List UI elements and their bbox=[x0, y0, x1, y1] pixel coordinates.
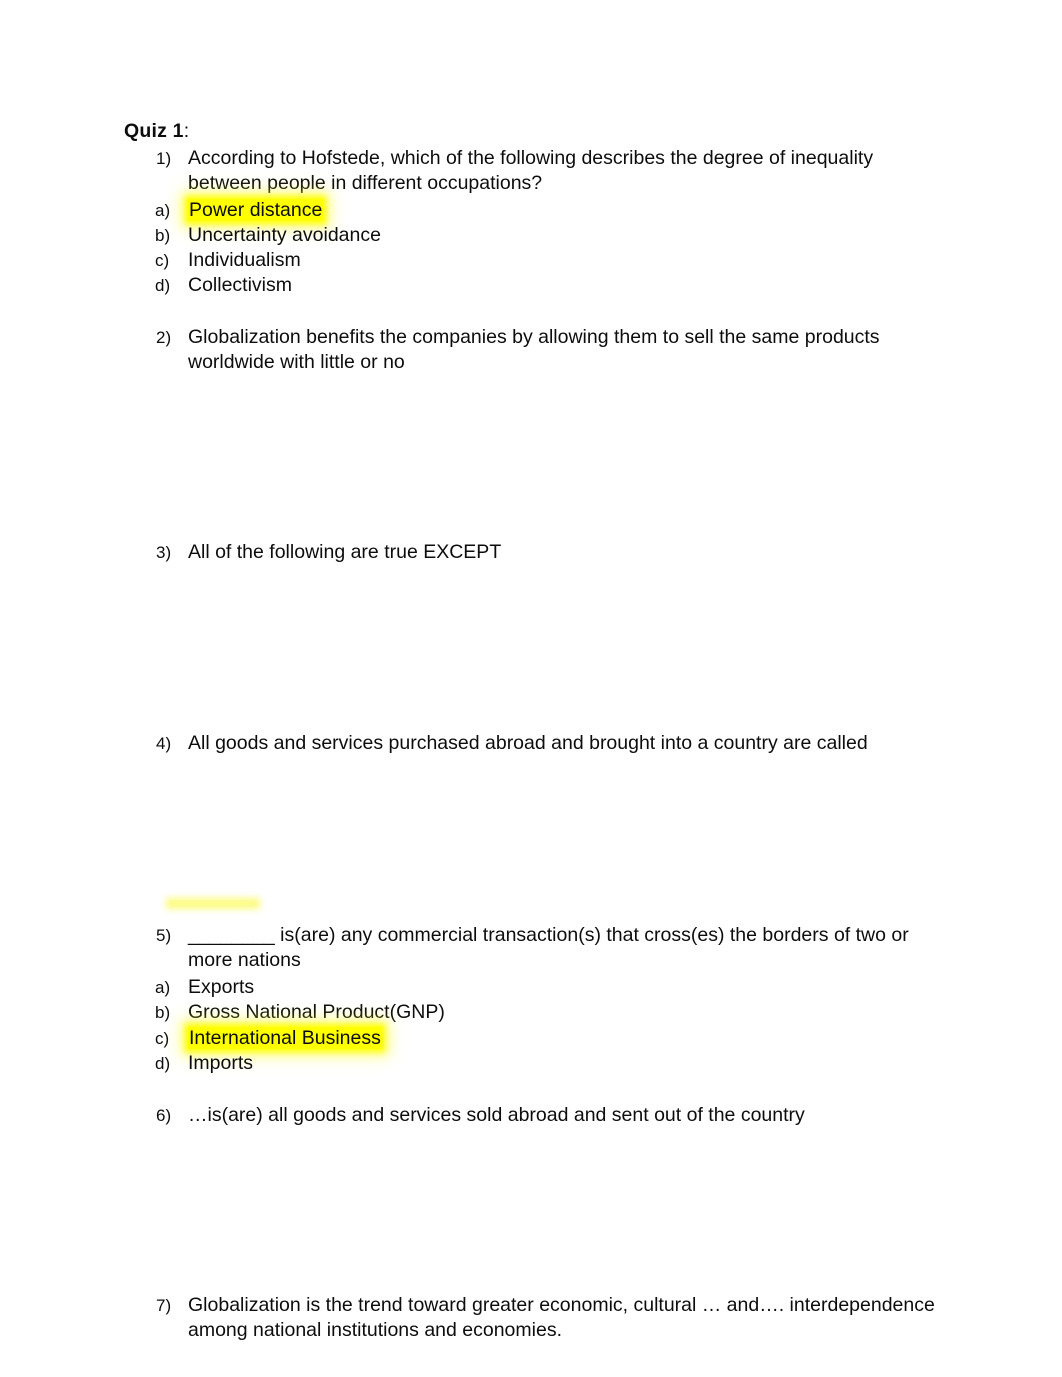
question-5-blank: ________ bbox=[188, 924, 275, 946]
document-page: Quiz 1: 1) According to Hofstede, which … bbox=[0, 0, 1062, 1377]
leftover-highlight-stripe bbox=[166, 898, 260, 909]
page-title-bold: Quiz 1 bbox=[124, 120, 184, 142]
question-7-line1: Globalization is the trend toward greate… bbox=[188, 1294, 935, 1316]
question-1-option-c-text: Individualism bbox=[188, 249, 301, 271]
question-5-marker: 5) bbox=[156, 926, 172, 945]
question-2-text: Globalization benefits the companies by … bbox=[188, 325, 946, 375]
question-6-text: …is(are) all goods and services sold abr… bbox=[188, 1104, 805, 1126]
question-1-option-b-text: Uncertainty avoidance bbox=[188, 224, 381, 246]
question-4-marker: 4) bbox=[156, 734, 172, 753]
question-5-option-c[interactable]: c) International Business bbox=[155, 1026, 945, 1051]
question-1-option-a-marker: a) bbox=[155, 201, 171, 220]
question-1-line1: According to Hofstede, which of the foll… bbox=[188, 147, 874, 169]
question-6-marker: 6) bbox=[156, 1106, 172, 1125]
question-7-line2: among national institutions and economie… bbox=[188, 1319, 562, 1341]
question-3: 3) All of the following are true EXCEPT bbox=[156, 540, 946, 565]
question-1-text: According to Hofstede, which of the foll… bbox=[188, 146, 946, 196]
question-5-option-c-body: International Business bbox=[188, 1026, 945, 1051]
question-1-option-b[interactable]: b) Uncertainty avoidance bbox=[155, 223, 945, 248]
question-1-option-a-body: Power distance bbox=[188, 198, 945, 223]
question-2: 2) Globalization benefits the companies … bbox=[156, 325, 946, 375]
question-2-line2: worldwide with little or no bbox=[188, 351, 405, 373]
question-5-option-d[interactable]: d) Imports bbox=[155, 1051, 945, 1076]
question-3-text: All of the following are true EXCEPT bbox=[188, 541, 502, 563]
question-7-text: Globalization is the trend toward greate… bbox=[188, 1293, 946, 1343]
highlight-international-business: International Business bbox=[188, 1027, 382, 1049]
question-5-option-d-marker: d) bbox=[155, 1054, 171, 1073]
highlight-power-distance: Power distance bbox=[188, 199, 324, 221]
question-5-option-a[interactable]: a) Exports bbox=[155, 975, 945, 1000]
question-5-text: ________ is(are) any commercial transact… bbox=[188, 923, 946, 973]
question-1-option-a[interactable]: a) Power distance bbox=[155, 198, 945, 223]
question-4-text: All goods and services purchased abroad … bbox=[188, 732, 868, 754]
question-1-option-c[interactable]: c) Individualism bbox=[155, 248, 945, 273]
document-body: Quiz 1: 1) According to Hofstede, which … bbox=[0, 0, 1062, 1377]
question-6: 6) …is(are) all goods and services sold … bbox=[156, 1103, 946, 1128]
question-5-option-b[interactable]: b) Gross National Product(GNP) bbox=[155, 1000, 945, 1025]
question-5: 5) ________ is(are) any commercial trans… bbox=[156, 923, 946, 973]
question-4: 4) All goods and services purchased abro… bbox=[156, 731, 946, 756]
question-5-option-d-text: Imports bbox=[188, 1052, 254, 1074]
question-1-line2: between people in different occupations? bbox=[188, 172, 543, 194]
question-1-option-d-marker: d) bbox=[155, 276, 171, 295]
question-1-option-c-marker: c) bbox=[155, 251, 170, 270]
question-2-line1: Globalization benefits the companies by … bbox=[188, 326, 880, 348]
question-5-option-a-marker: a) bbox=[155, 978, 171, 997]
question-7-marker: 7) bbox=[156, 1296, 172, 1315]
question-7: 7) Globalization is the trend toward gre… bbox=[156, 1293, 946, 1343]
question-1-option-b-marker: b) bbox=[155, 226, 171, 245]
question-1-marker: 1) bbox=[156, 149, 172, 168]
question-1: 1) According to Hofstede, which of the f… bbox=[156, 146, 946, 196]
question-5-option-a-text: Exports bbox=[188, 976, 255, 998]
question-3-marker: 3) bbox=[156, 543, 172, 562]
question-1-option-d-text: Collectivism bbox=[188, 274, 293, 296]
page-title-suffix: : bbox=[183, 120, 190, 142]
question-5-option-b-marker: b) bbox=[155, 1003, 171, 1022]
question-5-option-c-marker: c) bbox=[155, 1029, 170, 1048]
page-title: Quiz 1: bbox=[124, 119, 189, 144]
question-2-marker: 2) bbox=[156, 328, 172, 347]
question-5-line2: nations bbox=[237, 949, 301, 971]
question-5-option-b-text: Gross National Product(GNP) bbox=[188, 1001, 445, 1023]
question-1-option-d[interactable]: d) Collectivism bbox=[155, 273, 945, 298]
